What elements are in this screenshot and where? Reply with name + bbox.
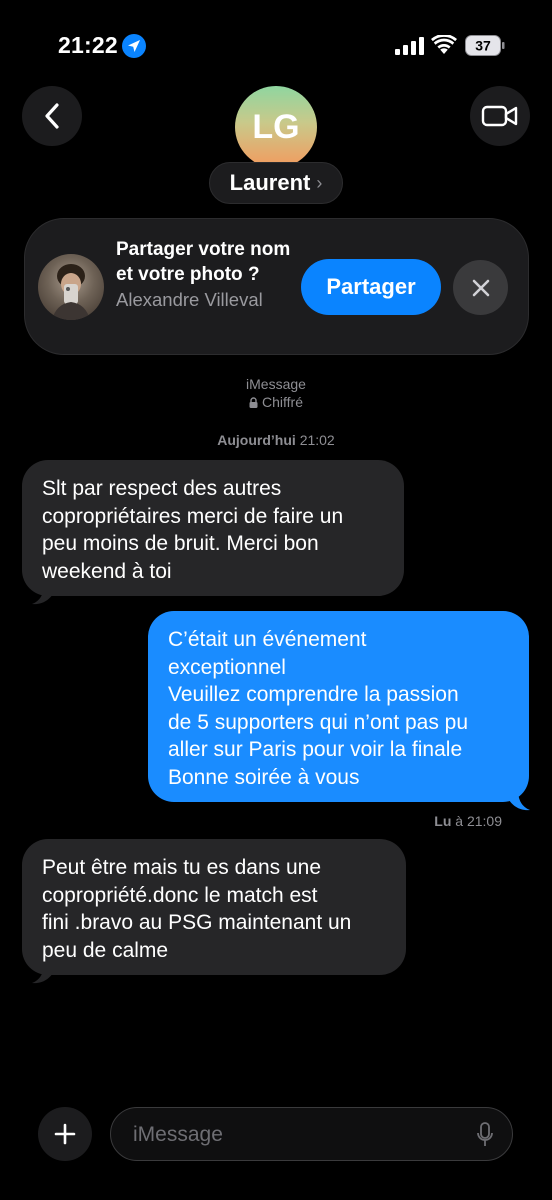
message-input[interactable] [131,1108,465,1161]
battery-icon: 37 [465,35,505,56]
back-button[interactable] [22,86,82,146]
plus-icon [54,1123,76,1145]
bubble-tail [32,584,54,605]
video-camera-icon [481,105,518,127]
read-receipt: Lu à 21:09 [380,813,502,829]
sender-name: Alexandre Villeval [116,289,263,310]
bubble-tail [32,963,54,984]
share-prompt: Partager votre nom et votre photo ? Alex… [116,237,296,312]
encryption-label: Chiffré [0,394,552,410]
contact-name-button[interactable]: Laurent › [209,162,343,204]
wifi-icon [431,35,457,54]
sender-profile-photo [38,254,104,320]
timestamp-day: Aujourd’hui [217,432,296,448]
bubble-tail [508,790,530,811]
lock-icon [249,396,258,408]
message-bubble-incoming[interactable]: Peut être mais tu es dans une copropriét… [22,839,406,975]
video-call-button[interactable] [470,86,530,146]
share-button[interactable]: Partager [301,259,441,315]
contact-avatar[interactable]: LG [235,86,317,168]
chevron-left-icon [45,103,59,129]
read-time: à 21:09 [455,813,502,829]
timestamp-time: 21:02 [299,432,335,448]
microphone-icon[interactable] [476,1122,494,1148]
message-composer [110,1107,513,1161]
apps-plus-button[interactable] [38,1107,92,1161]
status-time: 21:22 [58,32,118,58]
share-question: Partager votre nom et votre photo ? [116,239,291,285]
conversation-timestamp: Aujourd’hui 21:02 [0,432,552,448]
cellular-signal-icon [395,37,424,55]
close-icon [472,279,489,296]
battery-level: 37 [475,38,491,54]
encryption-text: Chiffré [262,394,303,410]
dismiss-banner-button[interactable] [453,260,508,315]
location-arrow-icon [122,34,146,58]
message-bubble-incoming[interactable]: Slt par respect des autres copropriétair… [22,460,404,596]
message-bubble-outgoing[interactable]: C’était un événement exceptionnel Veuill… [148,611,529,802]
read-label: Lu [434,813,452,829]
service-label: iMessage [246,376,306,392]
contact-name: Laurent [229,170,311,195]
chevron-right-icon: › [316,172,323,193]
contact-initials: LG [252,107,300,146]
